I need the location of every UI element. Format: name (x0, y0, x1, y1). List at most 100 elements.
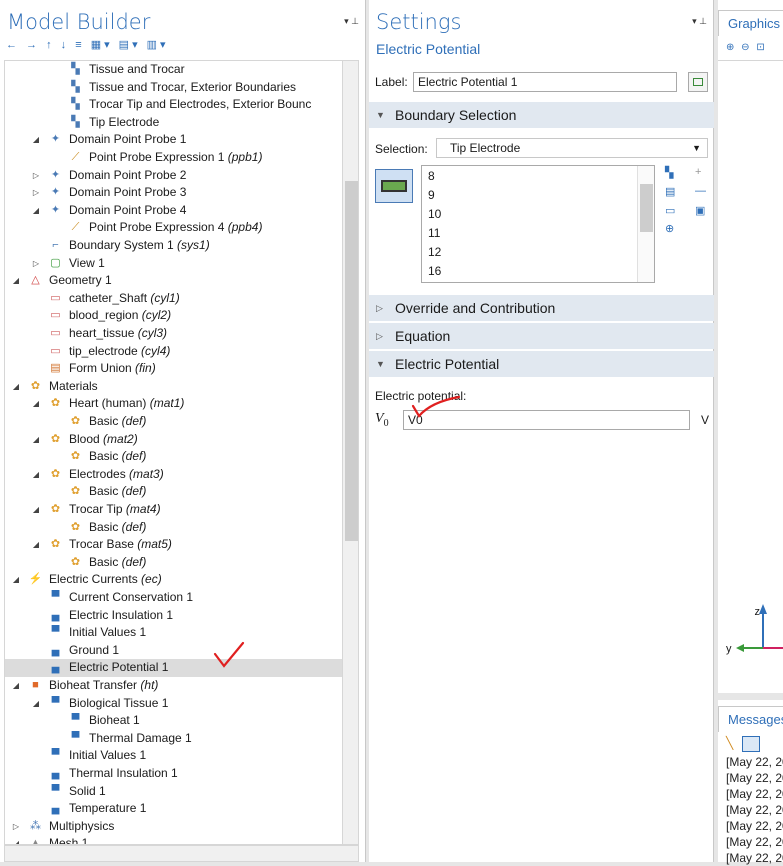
active-toggle-button[interactable] (375, 169, 413, 203)
tree-item[interactable]: ▄ Temperature 1 (5, 800, 342, 818)
tree-item[interactable]: ⟋ Point Probe Expression 1 (ppb1) (5, 149, 342, 167)
tree-item[interactable]: ◢ ✦ Domain Point Probe 1 (5, 131, 342, 149)
tree-item[interactable]: ✿ Basic (def) (5, 483, 342, 501)
tree-item[interactable]: ✿ Basic (def) (5, 519, 342, 537)
tree-item[interactable]: ◢ ✿ Trocar Base (mat5) (5, 536, 342, 554)
override-section[interactable]: ▷ Override and Contribution (369, 295, 714, 321)
tree-expanded-icon[interactable]: ◢ (31, 131, 41, 149)
tree-collapsed-icon[interactable]: ▷ (31, 167, 41, 185)
tree-expanded-icon[interactable]: ◢ (11, 571, 21, 589)
label-reset-button[interactable] (688, 72, 708, 92)
tree-collapsed-icon[interactable]: ▷ (31, 184, 41, 202)
boundary-list-item[interactable]: 8 (428, 169, 435, 183)
boundary-list-item[interactable]: 10 (428, 207, 441, 221)
tree-item[interactable]: ◢ ⚡ Electric Currents (ec) (5, 571, 342, 589)
tree-item[interactable]: ▭ catheter_Shaft (cyl1) (5, 290, 342, 308)
message-line: [May 22, 20 (726, 835, 783, 849)
tree-expanded-icon[interactable]: ◢ (31, 431, 41, 449)
tree-item[interactable]: ▚ Tip Electrode (5, 114, 342, 132)
paste-selection-icon[interactable]: ▤ (665, 185, 675, 198)
tree-item[interactable]: ▭ heart_tissue (cyl3) (5, 325, 342, 343)
tree-item[interactable]: ▚ Tissue and Trocar (5, 61, 342, 79)
tree-expanded-icon[interactable]: ◢ (31, 536, 41, 554)
tree-expanded-icon[interactable]: ◢ (31, 501, 41, 519)
tree-item[interactable]: ▚ Trocar Tip and Electrodes, Exterior Bou… (5, 96, 342, 114)
boundary-list-item[interactable]: 9 (428, 188, 435, 202)
boundary-selection-section[interactable]: ▼ Boundary Selection (369, 102, 714, 128)
tree-item-label: blood_region (cyl2) (69, 307, 171, 325)
tree-expanded-icon[interactable]: ◢ (31, 695, 41, 713)
tree-expanded-icon[interactable]: ◢ (31, 202, 41, 220)
tree-item[interactable]: ▷ ✦ Domain Point Probe 3 (5, 184, 342, 202)
select-box-icon[interactable]: ▚ (665, 166, 673, 179)
scrollbar-thumb[interactable] (345, 181, 358, 541)
electric-potential-section[interactable]: ▼ Electric Potential (369, 351, 714, 377)
tree-item[interactable]: ✿ Basic (def) (5, 413, 342, 431)
tree-collapsed-icon[interactable]: ▷ (31, 255, 41, 273)
tree-expanded-icon[interactable]: ◢ (31, 395, 41, 413)
clear-messages-icon[interactable]: ╲ (726, 736, 733, 750)
boundary-list-item[interactable]: 16 (428, 264, 441, 278)
tree-collapsed-icon[interactable]: ▷ (11, 818, 21, 836)
tree-expanded-icon[interactable]: ◢ (11, 835, 21, 844)
graphics-tab[interactable]: Graphics (718, 10, 783, 36)
create-selection-icon[interactable]: ⊕ (665, 222, 674, 235)
list-scrollbar[interactable] (637, 166, 654, 282)
tree-item[interactable]: ◢ ✦ Domain Point Probe 4 (5, 202, 342, 220)
boundary-list[interactable]: 8 9 10 11 12 16 (421, 165, 655, 283)
tree-item[interactable]: ◢ ▲ Mesh 1 (5, 835, 342, 844)
copy-selection-icon[interactable]: ▭ (665, 204, 675, 217)
tree-item[interactable]: ▀ Solid 1 (5, 783, 342, 801)
panel-pin-icon[interactable]: ▾ ⊥ (344, 16, 359, 27)
equation-section[interactable]: ▷ Equation (369, 323, 714, 349)
tree-item[interactable]: ▀ Bioheat 1 (5, 712, 342, 730)
remove-icon[interactable]: — (695, 185, 706, 197)
copy-messages-icon[interactable] (742, 736, 760, 752)
tree-item[interactable]: ▷ ⁂ Multiphysics (5, 818, 342, 836)
selection-dropdown[interactable]: Tip Electrode ▼ (436, 138, 708, 158)
vertical-scrollbar[interactable] (342, 60, 359, 845)
tree-item[interactable]: ⌐ Boundary System 1 (sys1) (5, 237, 342, 255)
panel-pin-icon[interactable]: ▾ ⊥ (692, 16, 707, 27)
tree-item[interactable]: ◢ ✿ Heart (human) (mat1) (5, 395, 342, 413)
graphics-toolbar[interactable]: ⊕ ⊖ ⊡ (726, 42, 767, 53)
tree-item[interactable]: ▤ Form Union (fin) (5, 360, 342, 378)
tree-item[interactable]: ✿ Basic (def) (5, 448, 342, 466)
tree-item[interactable]: ◢ ✿ Materials (5, 378, 342, 396)
zoom-to-selection-icon[interactable]: ▣ (695, 204, 705, 217)
tree-item[interactable]: ⟋ Point Probe Expression 4 (ppb4) (5, 219, 342, 237)
tree-item[interactable]: ◢ ✿ Trocar Tip (mat4) (5, 501, 342, 519)
tree-item[interactable]: ▀ Current Conservation 1 (5, 589, 342, 607)
tree-item[interactable]: ▀ Initial Values 1 (5, 747, 342, 765)
boundary-list-item[interactable]: 12 (428, 245, 441, 259)
tree-item[interactable]: ◢ ■ Bioheat Transfer (ht) (5, 677, 342, 695)
tree-item[interactable]: ◢ △ Geometry 1 (5, 272, 342, 290)
model-builder-toolbar[interactable]: ← → ↑ ↓ ≡ ▦▾ ▤▾ ▥▾ (6, 38, 169, 51)
tree-expanded-icon[interactable]: ◢ (11, 378, 21, 396)
tree-item[interactable]: ▷ ▢ View 1 (5, 255, 342, 273)
tree-item[interactable]: ▭ tip_electrode (cyl4) (5, 343, 342, 361)
tree-item[interactable]: ▭ blood_region (cyl2) (5, 307, 342, 325)
tree-item[interactable]: ▄ Ground 1 (5, 642, 342, 660)
tree-expanded-icon[interactable]: ◢ (11, 677, 21, 695)
tree-item[interactable]: ▄ Electric Insulation 1 (5, 607, 342, 625)
tree-item[interactable]: ✿ Basic (def) (5, 554, 342, 572)
tree-item[interactable]: ◢ ✿ Electrodes (mat3) (5, 466, 342, 484)
tree-item[interactable]: ▀ Initial Values 1 (5, 624, 342, 642)
tree-item[interactable]: ◢ ✿ Blood (mat2) (5, 431, 342, 449)
tree-expanded-icon[interactable]: ◢ (11, 272, 21, 290)
tree-item[interactable]: ▚ Tissue and Trocar, Exterior Boundaries (5, 79, 342, 97)
horizontal-scrollbar[interactable] (4, 845, 359, 862)
tree-item[interactable]: ▷ ✦ Domain Point Probe 2 (5, 167, 342, 185)
add-icon[interactable]: + (695, 166, 701, 178)
label-field[interactable]: Electric Potential 1 (413, 72, 677, 92)
tree-expanded-icon[interactable]: ◢ (31, 466, 41, 484)
tree-item[interactable]: ◢ ▀ Biological Tissue 1 (5, 695, 342, 713)
graphics-canvas[interactable] (718, 60, 783, 693)
tree-item[interactable]: ▄ Thermal Insulation 1 (5, 765, 342, 783)
messages-tab[interactable]: Messages (718, 706, 783, 732)
tree-item[interactable]: ▄ Electric Potential 1 (5, 659, 342, 677)
tree-item[interactable]: ▀ Thermal Damage 1 (5, 730, 342, 748)
boundary-list-item[interactable]: 11 (428, 226, 440, 240)
boundary-feature-icon: ▄ (51, 643, 60, 656)
